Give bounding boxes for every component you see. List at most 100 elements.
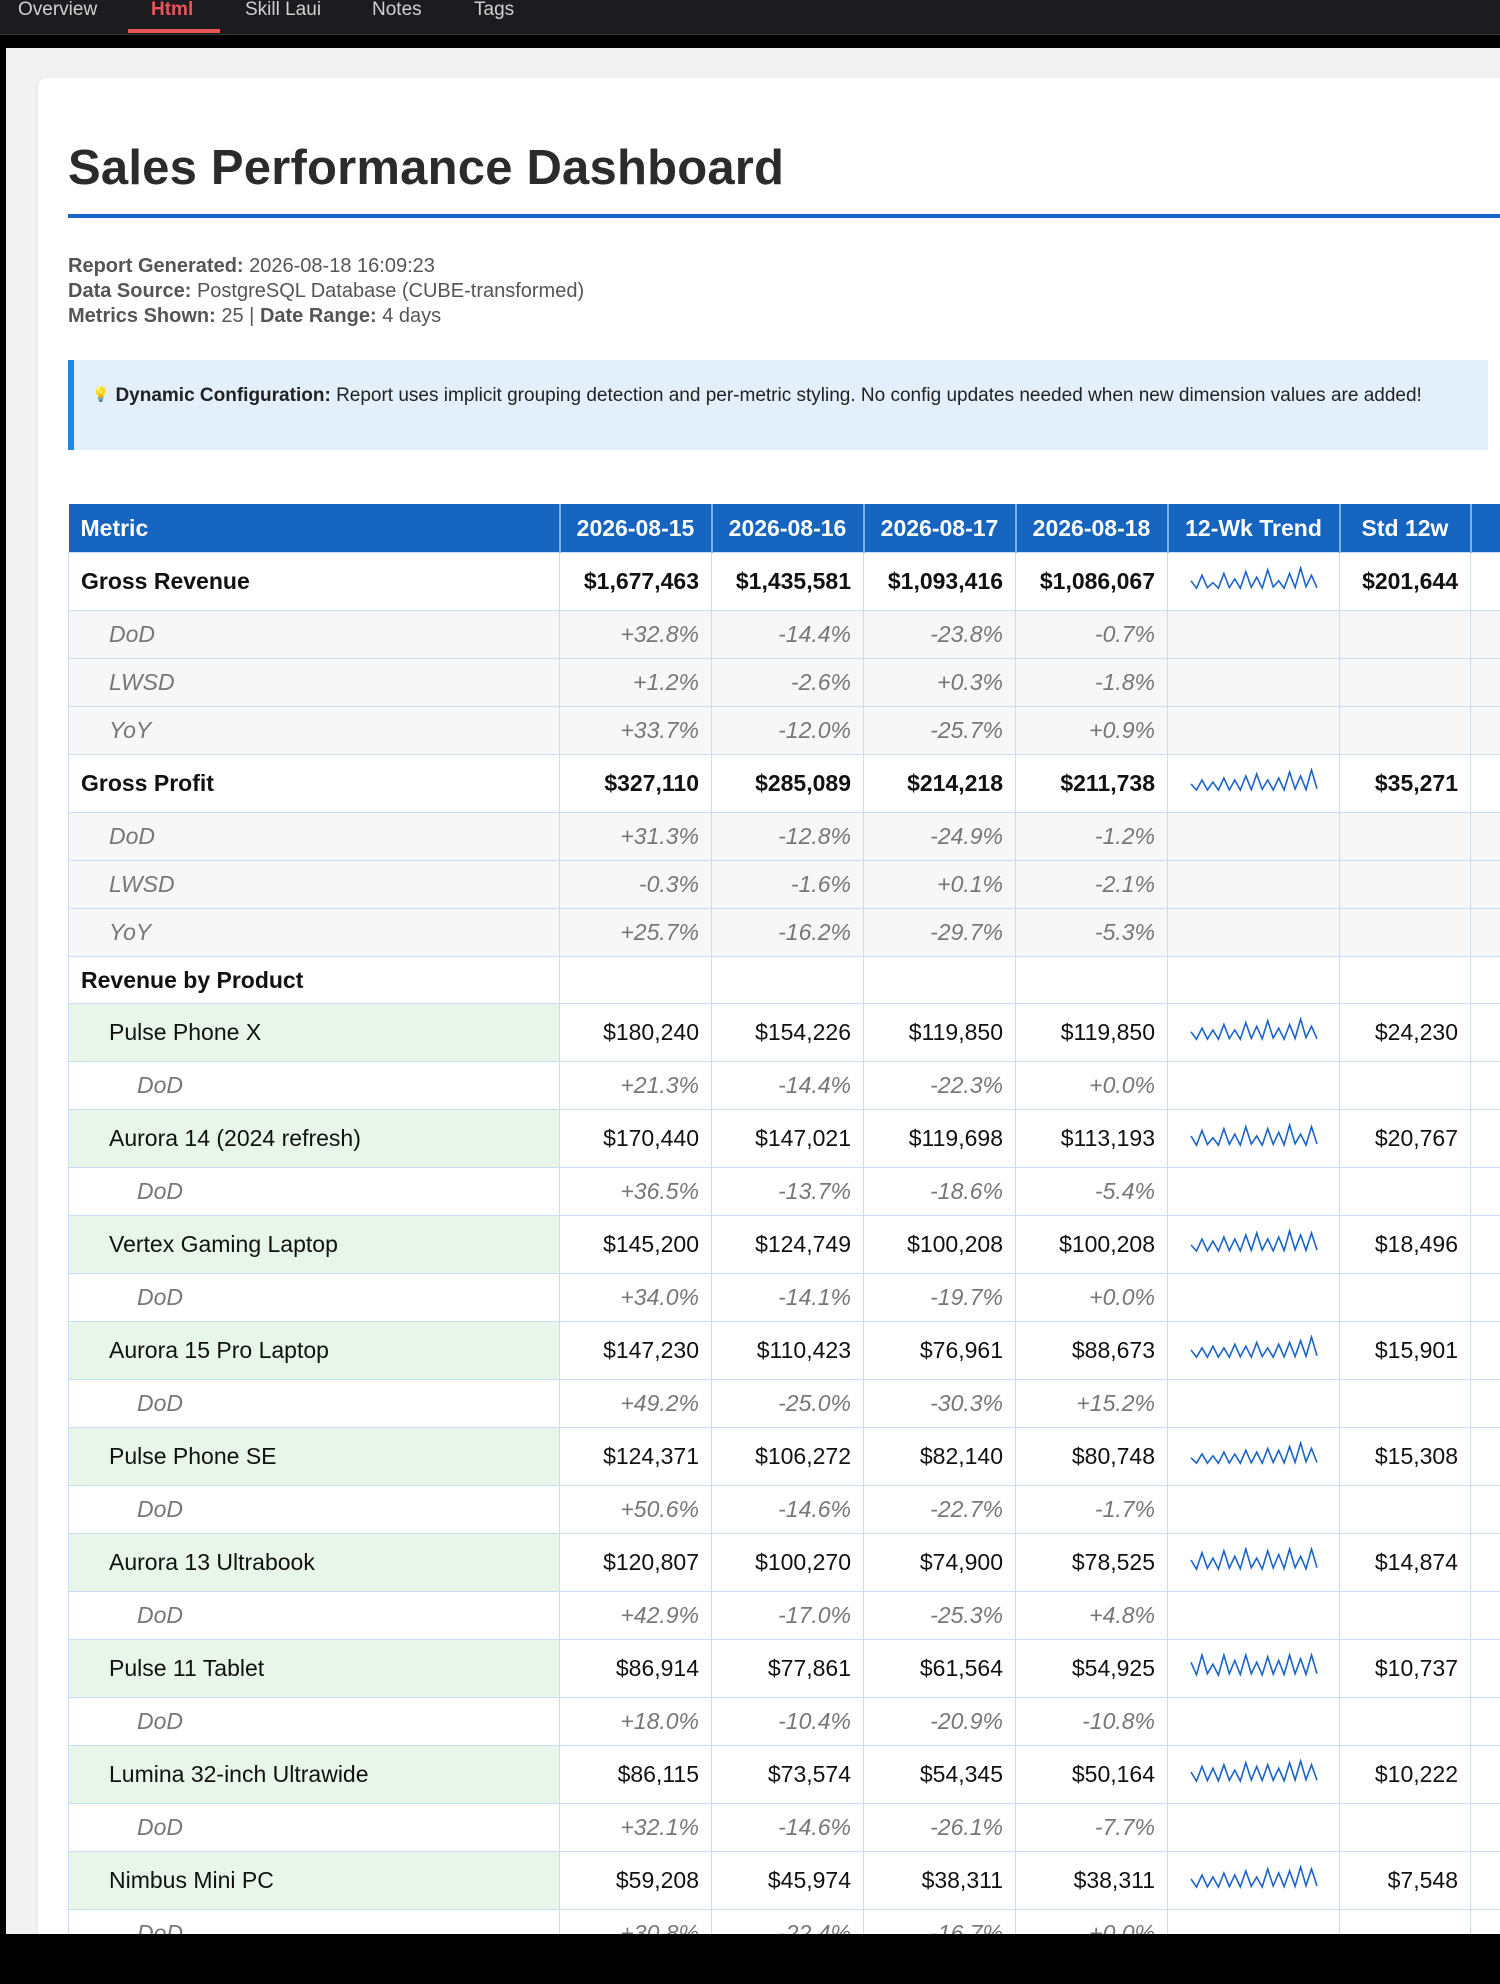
table-row: Aurora 15 Pro Laptop $147,230 $110,423 $76,… <box>68 1321 1500 1380</box>
table-row: Aurora 14 (2024 refresh) $170,440 $147,021… <box>68 1109 1500 1168</box>
table-cell: -12.0% <box>711 706 864 755</box>
std-cell: $20,767 <box>1339 1109 1471 1168</box>
note-text: Report uses implicit grouping detection … <box>336 385 1422 406</box>
table-row: Vertex Gaming Laptop $145,200 $124,749 $100… <box>68 1215 1500 1274</box>
column-header[interactable]: 2026-08-15 <box>559 504 713 553</box>
table-row: LWSD -0.3% -1.6% +0.1% -2.1% <box>68 860 1500 909</box>
trend-cell <box>1167 1109 1340 1168</box>
table-row: Lumina 32-inch Ultrawide $86,115 $73,574 $5… <box>68 1745 1500 1804</box>
row-label: Gross Revenue <box>68 552 560 611</box>
table-cell: -16.7% <box>863 1909 1016 1934</box>
table-cell <box>863 956 1016 1004</box>
table-cell: $54,345 <box>863 1745 1016 1804</box>
std-cell <box>1339 610 1471 659</box>
table-cell: -14.4% <box>711 610 864 659</box>
column-header[interactable]: 2026-08-17 <box>863 504 1017 553</box>
std-cell <box>1339 1591 1471 1640</box>
table-cell: +36.5% <box>559 1167 712 1216</box>
table-row: DoD +49.2% -25.0% -30.3% +15.2% <box>68 1379 1500 1428</box>
sparkline-path <box>1189 1333 1318 1359</box>
overflow-cell <box>1470 658 1500 707</box>
table-cell: +0.3% <box>863 658 1016 707</box>
table-cell <box>1015 956 1168 1004</box>
tab-skill-laui[interactable]: Skill Laui <box>245 0 321 34</box>
std-cell: $15,901 <box>1339 1321 1471 1380</box>
source-label: Data Source: <box>68 280 192 302</box>
table-cell: -5.4% <box>1015 1167 1168 1216</box>
table-cell: $170,440 <box>559 1109 712 1168</box>
column-header[interactable]: 12-Wk Trend <box>1167 504 1341 553</box>
sparkline-chart <box>1189 564 1318 590</box>
std-cell: $18,496 <box>1339 1215 1471 1274</box>
table-cell: $76,961 <box>863 1321 1016 1380</box>
overflow-cell <box>1470 812 1500 861</box>
std-cell <box>1339 1697 1471 1746</box>
row-label: YoY <box>68 706 560 755</box>
tab-overview[interactable]: Overview <box>18 0 97 34</box>
row-label: Aurora 15 Pro Laptop <box>68 1321 560 1380</box>
overflow-cell <box>1470 1591 1500 1640</box>
table-cell: -22.4% <box>711 1909 864 1934</box>
table-cell: -25.7% <box>863 706 1016 755</box>
sparkline-path <box>1189 1545 1318 1571</box>
overflow-cell <box>1470 1273 1500 1322</box>
active-tab-indicator <box>128 29 220 33</box>
overflow-cell <box>1470 1109 1500 1168</box>
table-cell: $119,850 <box>1015 1003 1168 1062</box>
table-row: DoD +21.3% -14.4% -22.3% +0.0% <box>68 1061 1500 1110</box>
table-cell: -16.2% <box>711 908 864 957</box>
table-row: DoD +18.0% -10.4% -20.9% -10.8% <box>68 1697 1500 1746</box>
trend-cell <box>1167 812 1340 861</box>
overflow-cell <box>1470 706 1500 755</box>
overflow-cell <box>1470 1167 1500 1216</box>
std-cell: $7,548 <box>1339 1851 1471 1910</box>
table-cell: +0.1% <box>863 860 1016 909</box>
lightbulb-icon: 💡 <box>92 386 110 402</box>
std-cell: $201,644 <box>1339 552 1471 611</box>
table-cell: -12.8% <box>711 812 864 861</box>
std-cell: $10,222 <box>1339 1745 1471 1804</box>
sparkline-path <box>1189 1651 1318 1677</box>
sparkline-chart <box>1189 1439 1318 1465</box>
table-cell: $124,749 <box>711 1215 864 1274</box>
tab-tags[interactable]: Tags <box>474 0 514 34</box>
overflow-cell <box>1470 1321 1500 1380</box>
table-cell: $86,115 <box>559 1745 712 1804</box>
table-cell <box>559 956 712 1004</box>
app-tab-bar: Overview Html Skill Laui Notes Tags <box>0 0 1500 35</box>
table-cell: $61,564 <box>863 1639 1016 1698</box>
table-cell: $100,208 <box>1015 1215 1168 1274</box>
row-label: Aurora 13 Ultrabook <box>68 1533 560 1592</box>
metrics-label: Metrics Shown: <box>68 305 216 327</box>
row-label: Pulse Phone X <box>68 1003 560 1062</box>
table-cell: $88,673 <box>1015 1321 1168 1380</box>
table-cell: -14.6% <box>711 1485 864 1534</box>
table-cell: -1.7% <box>1015 1485 1168 1534</box>
table-cell: -7.7% <box>1015 1803 1168 1852</box>
tab-notes[interactable]: Notes <box>372 0 422 34</box>
trend-cell <box>1167 1167 1340 1216</box>
column-header[interactable]: 2026-08-16 <box>711 504 865 553</box>
row-label: DoD <box>68 1273 560 1322</box>
sparkline-chart <box>1189 1121 1318 1147</box>
table-row: Pulse Phone SE $124,371 $106,272 $82,140 $80… <box>68 1427 1500 1486</box>
std-cell: $24,230 <box>1339 1003 1471 1062</box>
trend-cell <box>1167 1273 1340 1322</box>
column-header[interactable]: Metric <box>68 504 561 553</box>
table-cell: $78,525 <box>1015 1533 1168 1592</box>
row-label: DoD <box>68 1803 560 1852</box>
column-header[interactable]: 2026-08-18 <box>1015 504 1169 553</box>
table-row: DoD +32.8% -14.4% -23.8% -0.7% <box>68 610 1500 659</box>
trend-cell <box>1167 1803 1340 1852</box>
table-cell: -2.6% <box>711 658 864 707</box>
column-header[interactable]: Std 12w <box>1339 504 1472 553</box>
std-cell <box>1339 1167 1471 1216</box>
sparkline-chart <box>1189 1333 1318 1359</box>
row-label: DoD <box>68 1485 560 1534</box>
table-cell: $113,193 <box>1015 1109 1168 1168</box>
trend-cell <box>1167 1591 1340 1640</box>
table-cell: +21.3% <box>559 1061 712 1110</box>
table-cell: +0.0% <box>1015 1909 1168 1934</box>
table-cell: $38,311 <box>863 1851 1016 1910</box>
row-label: YoY <box>68 908 560 957</box>
